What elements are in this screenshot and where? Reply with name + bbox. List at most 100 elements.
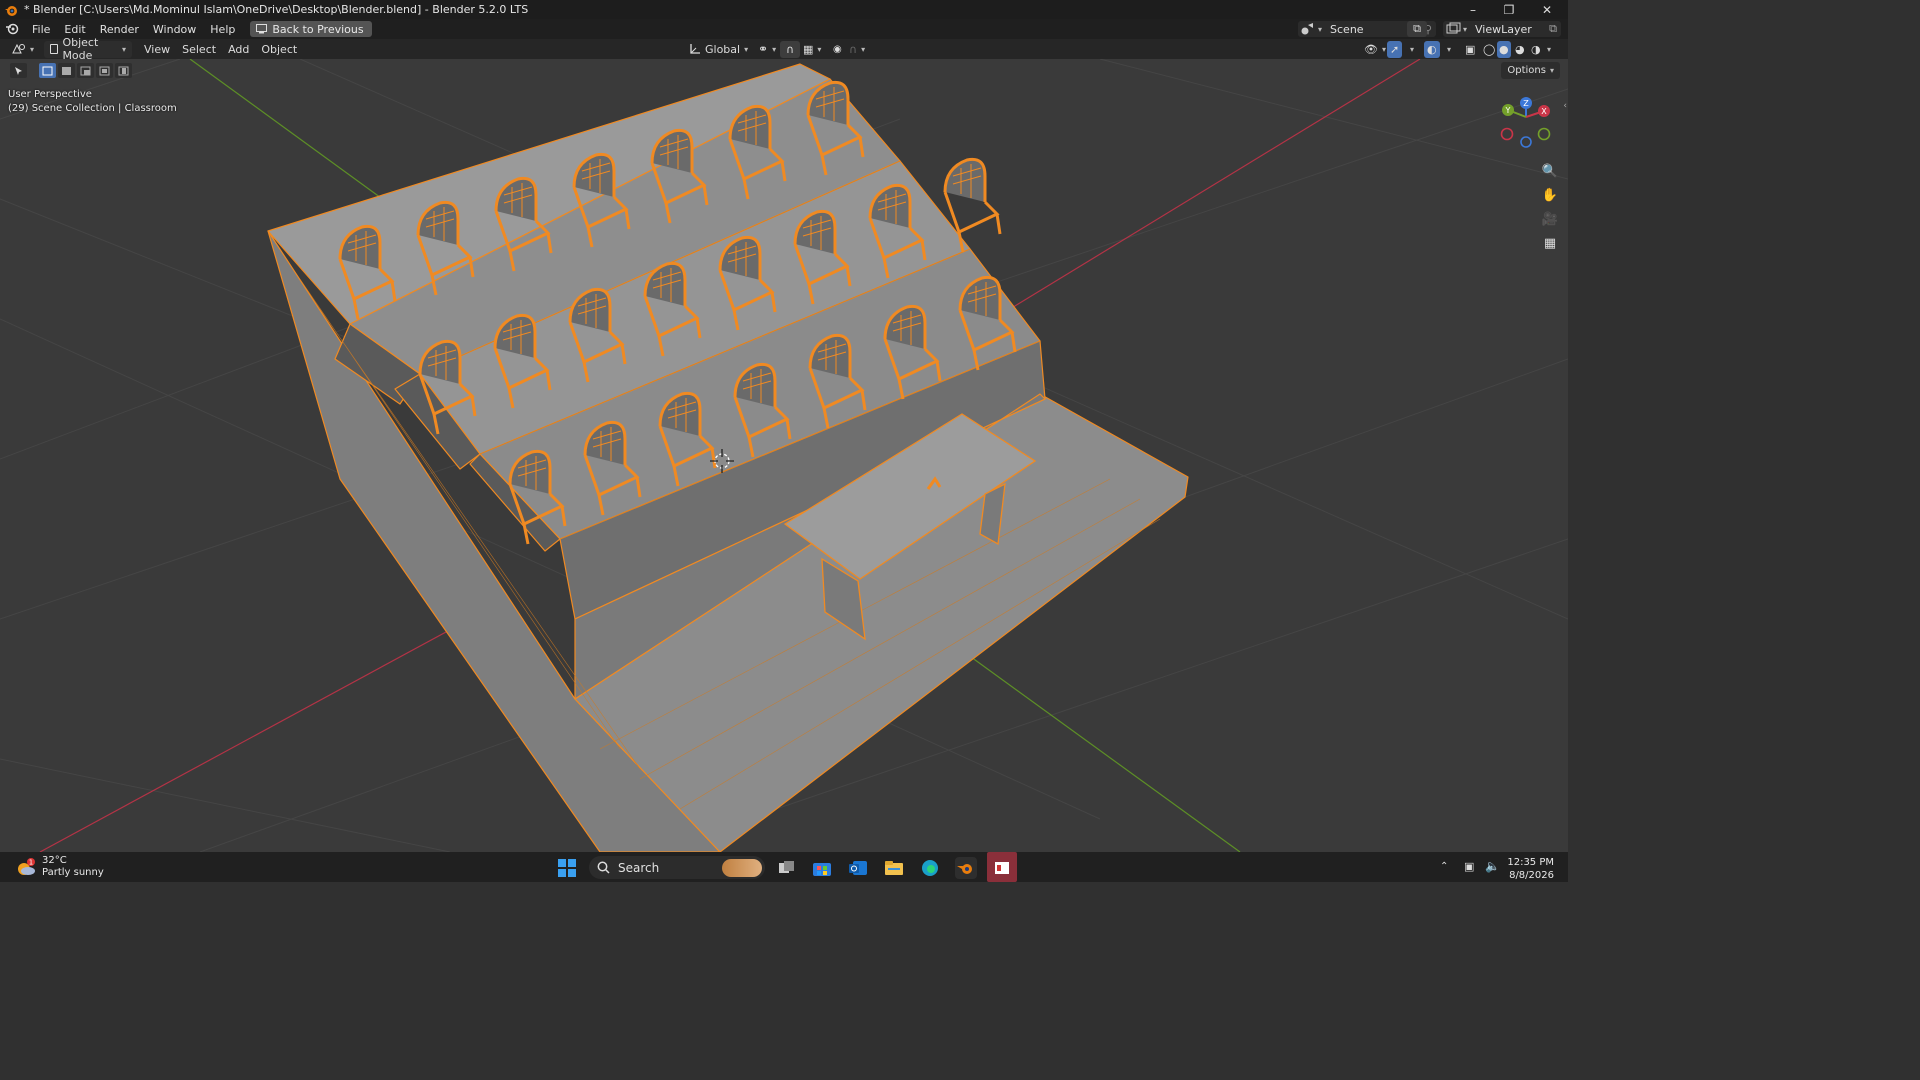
menu-render[interactable]: Render bbox=[93, 23, 146, 36]
menu-object[interactable]: Object bbox=[255, 41, 303, 58]
view-layer-selector[interactable]: ▾ ViewLayer ⧉ bbox=[1443, 21, 1561, 37]
shading-dropdown[interactable]: ▾ bbox=[1545, 41, 1553, 58]
outlook-icon[interactable] bbox=[847, 857, 869, 879]
overlays-toggle[interactable]: ◐ bbox=[1424, 40, 1440, 58]
screen-icon bbox=[256, 24, 268, 34]
weather-badge: 1 bbox=[29, 859, 33, 867]
overlays-icon: ◐ bbox=[1427, 42, 1437, 56]
pan-hand-icon[interactable]: ✋ bbox=[1540, 185, 1560, 205]
gizmo-neg-y-axis bbox=[1537, 127, 1551, 141]
menu-edit[interactable]: Edit bbox=[57, 23, 92, 36]
navigation-gizmo[interactable]: Z X Y bbox=[1496, 95, 1556, 151]
select-box-intersect-icon[interactable] bbox=[115, 63, 132, 78]
system-clock[interactable]: 12:35 PM 8/8/2026 bbox=[1507, 856, 1554, 882]
gizmo-neg-z-axis bbox=[1520, 136, 1532, 148]
sidebar-toggle-icon[interactable]: ‹ bbox=[1563, 101, 1567, 111]
material-sphere-icon: ◕ bbox=[1515, 42, 1525, 56]
volume-icon[interactable]: 🔈 bbox=[1485, 859, 1500, 873]
3d-viewport[interactable]: User Perspective (29) Scene Collection |… bbox=[0, 59, 1568, 852]
windows-start-icon[interactable] bbox=[556, 857, 578, 879]
wireframe-sphere-icon: ◯ bbox=[1483, 42, 1496, 56]
search-icon bbox=[597, 861, 610, 874]
solid-shading-button[interactable]: ● bbox=[1497, 40, 1511, 58]
overlays-dropdown[interactable]: ▾ bbox=[1441, 41, 1457, 58]
options-label: Options bbox=[1507, 65, 1546, 76]
proportional-icon: ◉ bbox=[833, 43, 842, 55]
window-title: * Blender [C:\Users\Md.Mominul Islam\One… bbox=[24, 3, 529, 16]
select-box-new-icon[interactable] bbox=[39, 63, 56, 78]
rendered-shading-button[interactable]: ◑ bbox=[1529, 41, 1543, 58]
add-view-layer-icon[interactable]: ⧉ bbox=[1549, 22, 1557, 36]
minimize-icon[interactable]: – bbox=[1455, 0, 1491, 19]
gizmo-neg-x-axis bbox=[1500, 127, 1514, 141]
edge-browser-icon[interactable] bbox=[919, 857, 941, 879]
menu-view[interactable]: View bbox=[138, 41, 176, 58]
search-highlight-image bbox=[722, 858, 762, 877]
zoom-icon[interactable]: 🔍 bbox=[1540, 161, 1560, 181]
orientation-label: Global bbox=[705, 42, 741, 56]
editor-type-button[interactable]: ▾ bbox=[6, 41, 40, 58]
microsoft-store-icon[interactable] bbox=[811, 857, 833, 879]
y-axis-line bbox=[189, 59, 411, 220]
blender-taskbar-icon[interactable] bbox=[955, 857, 977, 879]
menu-add[interactable]: Add bbox=[222, 41, 255, 58]
close-icon[interactable]: ✕ bbox=[1529, 0, 1565, 19]
gizmo-y-label: Y bbox=[1505, 106, 1511, 115]
xray-toggle[interactable]: ▣ bbox=[1462, 41, 1478, 58]
task-view-icon[interactable] bbox=[776, 857, 798, 879]
falloff-curve-icon: ∩ bbox=[849, 42, 858, 56]
snap-target-dropdown[interactable]: ▦ ▾ bbox=[797, 41, 827, 58]
weather-temp: 32°C bbox=[42, 855, 67, 866]
restore-icon[interactable]: ❐ bbox=[1491, 0, 1527, 19]
x-axis-line bbox=[1009, 59, 1421, 310]
window-titlebar: * Blender [C:\Users\Md.Mominul Islam\One… bbox=[0, 0, 1568, 19]
pivot-icon: ⚭ bbox=[758, 42, 769, 56]
menu-window[interactable]: Window bbox=[146, 23, 203, 36]
network-icon[interactable]: ▣ bbox=[1464, 860, 1474, 873]
falloff-dropdown[interactable]: ∩ ▾ bbox=[843, 41, 871, 58]
gizmo-toggle[interactable]: ➚ bbox=[1387, 40, 1403, 58]
menu-help[interactable]: Help bbox=[203, 23, 242, 36]
select-box-extend-icon[interactable] bbox=[58, 63, 75, 78]
xray-icon: ▣ bbox=[1465, 42, 1476, 56]
back-to-previous-label: Back to Previous bbox=[272, 22, 364, 36]
pivot-point-dropdown[interactable]: ⚭ ▾ bbox=[752, 41, 782, 58]
show-hidden-icons-icon[interactable]: ⌃ bbox=[1440, 861, 1448, 872]
menu-select[interactable]: Select bbox=[176, 41, 222, 58]
scene-name: Scene bbox=[1330, 22, 1364, 36]
wireframe-shading-button[interactable]: ◯ bbox=[1481, 41, 1497, 58]
clock-time: 12:35 PM bbox=[1507, 857, 1554, 868]
blender-logo-icon bbox=[5, 5, 17, 16]
select-box-subtract-icon[interactable] bbox=[77, 63, 94, 78]
perspective-grid-icon[interactable]: ▦ bbox=[1540, 233, 1560, 253]
select-box-invert-icon[interactable] bbox=[96, 63, 113, 78]
file-explorer-icon[interactable] bbox=[883, 857, 905, 879]
mode-dropdown[interactable]: Object Mode ▾ bbox=[44, 36, 133, 62]
back-to-previous-button[interactable]: Back to Previous bbox=[250, 21, 372, 37]
material-shading-button[interactable]: ◕ bbox=[1513, 41, 1527, 58]
select-tool-row bbox=[10, 63, 132, 78]
select-tool-icon[interactable] bbox=[10, 63, 27, 78]
blender-menu-icon[interactable] bbox=[5, 22, 19, 36]
magnet-icon: ∩ bbox=[786, 42, 795, 56]
scene-icon bbox=[1301, 23, 1313, 35]
transform-orientation-dropdown[interactable]: Global ▾ bbox=[683, 41, 754, 58]
active-app-icon[interactable] bbox=[987, 852, 1017, 882]
rendered-sphere-icon: ◑ bbox=[1531, 42, 1541, 56]
camera-icon[interactable]: 🎥 bbox=[1540, 209, 1560, 229]
x-axis-line-front bbox=[39, 618, 471, 852]
weather-widget[interactable]: 1 32°C Partly sunny bbox=[16, 855, 104, 879]
snap-grid-icon: ▦ bbox=[803, 42, 814, 56]
view-layer-icon bbox=[1446, 22, 1461, 34]
clock-date: 8/8/2026 bbox=[1509, 870, 1554, 881]
options-dropdown[interactable]: Options ▾ bbox=[1501, 62, 1560, 79]
gizmo-dropdown[interactable]: ▾ bbox=[1404, 41, 1420, 58]
new-scene-icon[interactable]: ⧉ bbox=[1407, 21, 1427, 37]
gizmo-icon: ➚ bbox=[1390, 42, 1400, 56]
scene-canvas[interactable] bbox=[0, 59, 1568, 852]
collection-label: (29) Scene Collection | Classroom bbox=[8, 103, 177, 114]
eye-icon: 👁 bbox=[1364, 42, 1378, 56]
menu-file[interactable]: File bbox=[25, 23, 57, 36]
perspective-label: User Perspective bbox=[8, 89, 92, 100]
taskbar-search[interactable]: Search bbox=[589, 856, 765, 879]
